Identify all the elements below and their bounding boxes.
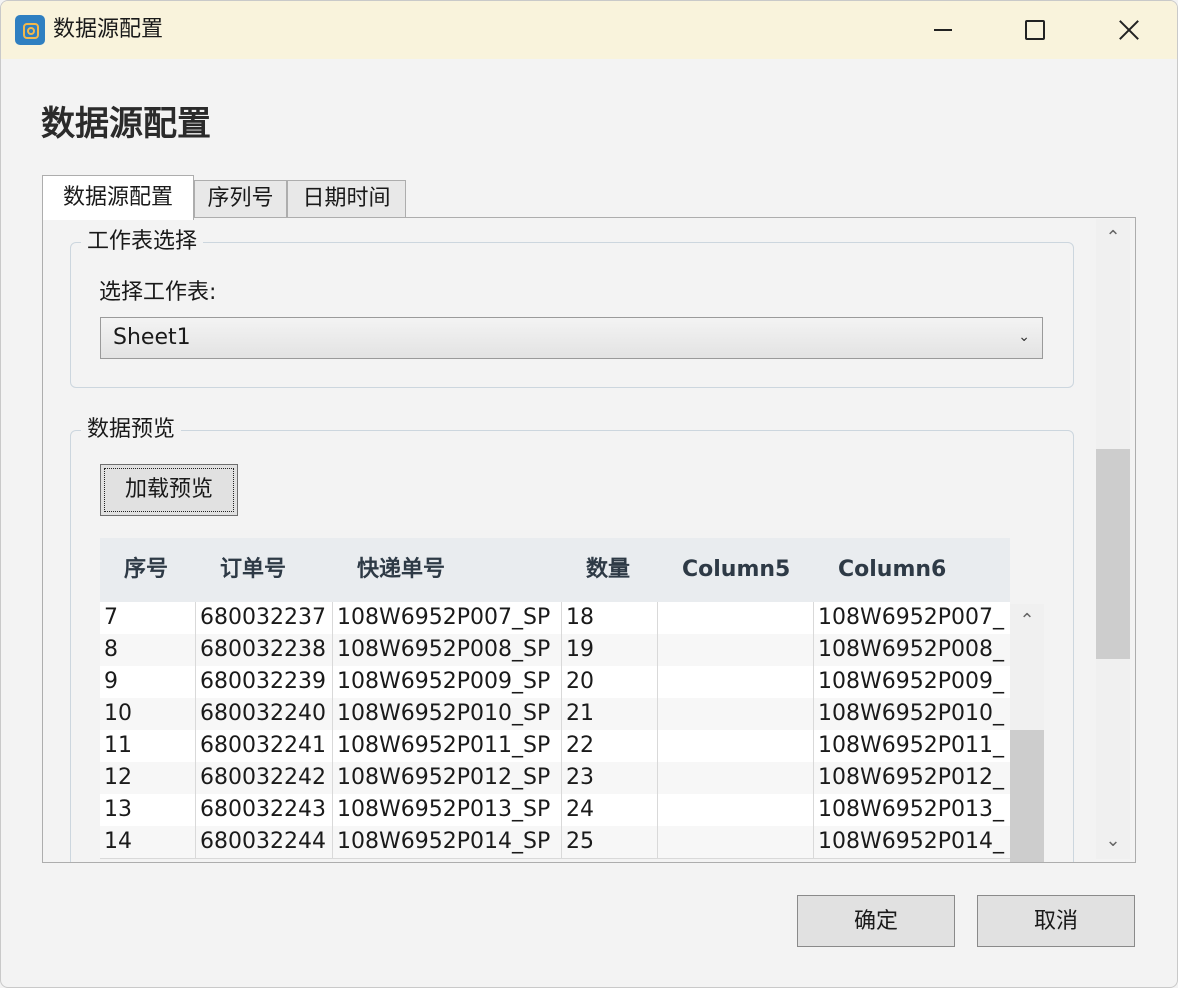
table-cell: 20: [562, 666, 658, 698]
sheet-field-label: 选择工作表:: [99, 280, 217, 305]
table-cell: 108W6952P013_SP: [333, 794, 562, 826]
ok-button[interactable]: 确定: [797, 895, 955, 947]
table-cell: [658, 794, 814, 826]
close-icon: [1118, 19, 1140, 41]
table-cell: 680032242: [196, 762, 333, 794]
table-cell: 22: [562, 730, 658, 762]
table-cell: 108W6952P007_: [818, 605, 1004, 630]
maximize-button[interactable]: [989, 1, 1081, 59]
table-cell: 24: [562, 794, 658, 826]
table-cell: [658, 602, 814, 634]
page-title: 数据源配置: [41, 104, 211, 144]
tab-serial[interactable]: 序列号: [194, 180, 287, 217]
app-camera-icon: [15, 15, 45, 45]
table-cell: 680032244: [196, 826, 333, 858]
table-cell: 108W6952P014_SP: [333, 826, 562, 858]
grid-scroll-thumb[interactable]: [1010, 730, 1044, 862]
table-cell: 18: [562, 602, 658, 634]
table-cell: 108W6952P011_: [818, 733, 1004, 758]
table-cell: 108W6952P008_: [818, 637, 1004, 662]
table-cell: 108W6952P009_SP: [333, 666, 562, 698]
table-row[interactable]: 9 680032239 108W6952P009_SP 20 108W6952P…: [100, 666, 1010, 699]
table-cell: [658, 826, 814, 858]
chevron-down-icon: ⌄: [1018, 329, 1030, 345]
table-cell: 25: [562, 826, 658, 858]
table-cell: 21: [562, 698, 658, 730]
window-title: 数据源配置: [53, 17, 164, 42]
dialog-window: 数据源配置 数据源配置 数据源配置 序列号 日期时间 工作表选择 选择工作表: …: [0, 0, 1178, 988]
grid-header: 序号 订单号 快递单号 数量 Column5 Column6: [100, 538, 1010, 602]
table-cell: 11: [100, 730, 196, 762]
chevron-down-icon[interactable]: ⌄: [1096, 830, 1130, 851]
table-cell: 680032237: [196, 602, 333, 634]
table-cell: 108W6952P011_SP: [333, 730, 562, 762]
table-cell: 7: [100, 602, 196, 634]
load-preview-label: 加载预览: [124, 477, 213, 502]
table-cell: 12: [100, 762, 196, 794]
column-header[interactable]: 数量: [586, 538, 630, 602]
table-row[interactable]: 13 680032243 108W6952P013_SP 24 108W6952…: [100, 794, 1010, 827]
column-header[interactable]: 快递单号: [357, 538, 445, 602]
table-cell: [658, 634, 814, 666]
table-cell: 19: [562, 634, 658, 666]
cancel-button[interactable]: 取消: [977, 895, 1135, 947]
table-cell: 680032238: [196, 634, 333, 666]
close-button[interactable]: [1083, 1, 1175, 59]
grid-body: 7 680032237 108W6952P007_SP 18 108W6952P…: [100, 602, 1010, 862]
table-row[interactable]: 7 680032237 108W6952P007_SP 18 108W6952P…: [100, 602, 1010, 635]
table-cell: 108W6952P008_SP: [333, 634, 562, 666]
table-cell: [658, 730, 814, 762]
table-cell: 10: [100, 698, 196, 730]
table-cell: 108W6952P010_SP: [333, 698, 562, 730]
table-cell: [658, 762, 814, 794]
chevron-up-icon[interactable]: ⌃: [1096, 227, 1130, 248]
tab-datetime[interactable]: 日期时间: [287, 180, 406, 217]
title-bar[interactable]: 数据源配置: [1, 1, 1177, 59]
table-row[interactable]: 8 680032238 108W6952P008_SP 19 108W6952P…: [100, 634, 1010, 667]
tab-datasource[interactable]: 数据源配置: [42, 175, 194, 220]
tab-panel: 工作表选择 选择工作表: Sheet1 ⌄ 数据预览 加载预览 序号 订单号 快…: [42, 217, 1136, 863]
table-cell: 8: [100, 634, 196, 666]
table-cell: 680032241: [196, 730, 333, 762]
sheet-select-value: Sheet1: [113, 325, 191, 350]
table-row[interactable]: 10 680032240 108W6952P010_SP 21 108W6952…: [100, 698, 1010, 731]
preview-group-legend: 数据预览: [81, 415, 182, 445]
sheet-group-legend: 工作表选择: [81, 227, 204, 257]
table-cell: 108W6952P012_: [818, 765, 1004, 790]
table-cell: 108W6952P012_SP: [333, 762, 562, 794]
load-preview-button[interactable]: 加载预览: [100, 464, 238, 516]
table-row[interactable]: 14 680032244 108W6952P014_SP 25 108W6952…: [100, 826, 1010, 859]
table-cell: [658, 698, 814, 730]
sheet-select[interactable]: Sheet1 ⌄: [100, 317, 1043, 359]
column-header[interactable]: 序号: [124, 538, 168, 602]
minimize-button[interactable]: [897, 1, 989, 59]
table-cell: 680032243: [196, 794, 333, 826]
table-cell: 108W6952P014_: [818, 829, 1004, 854]
column-header[interactable]: Column5: [682, 538, 790, 602]
table-cell: 13: [100, 794, 196, 826]
column-header[interactable]: 订单号: [220, 538, 286, 602]
grid-vertical-scrollbar[interactable]: ⌃: [1010, 604, 1044, 862]
panel-scroll-thumb[interactable]: [1096, 449, 1130, 659]
table-cell: 9: [100, 666, 196, 698]
table-cell: 23: [562, 762, 658, 794]
sheet-groupbox: 工作表选择: [70, 227, 1074, 388]
panel-vertical-scrollbar[interactable]: ⌃ ⌄: [1096, 219, 1130, 859]
table-cell: 680032240: [196, 698, 333, 730]
minimize-icon: [934, 29, 952, 31]
preview-grid[interactable]: 序号 订单号 快递单号 数量 Column5 Column6 7 6800322…: [100, 538, 1044, 862]
chevron-up-icon[interactable]: ⌃: [1010, 610, 1044, 631]
table-cell: 108W6952P009_: [818, 669, 1004, 694]
table-cell: 108W6952P007_SP: [333, 602, 562, 634]
table-cell: 108W6952P013_: [818, 797, 1004, 822]
table-row[interactable]: 11 680032241 108W6952P011_SP 22 108W6952…: [100, 730, 1010, 763]
column-header[interactable]: Column6: [838, 538, 946, 602]
table-row[interactable]: 12 680032242 108W6952P012_SP 23 108W6952…: [100, 762, 1010, 795]
table-cell: 108W6952P010_: [818, 701, 1004, 726]
table-cell: [658, 666, 814, 698]
table-cell: 14: [100, 826, 196, 858]
table-cell: 680032239: [196, 666, 333, 698]
maximize-icon: [1025, 20, 1045, 40]
